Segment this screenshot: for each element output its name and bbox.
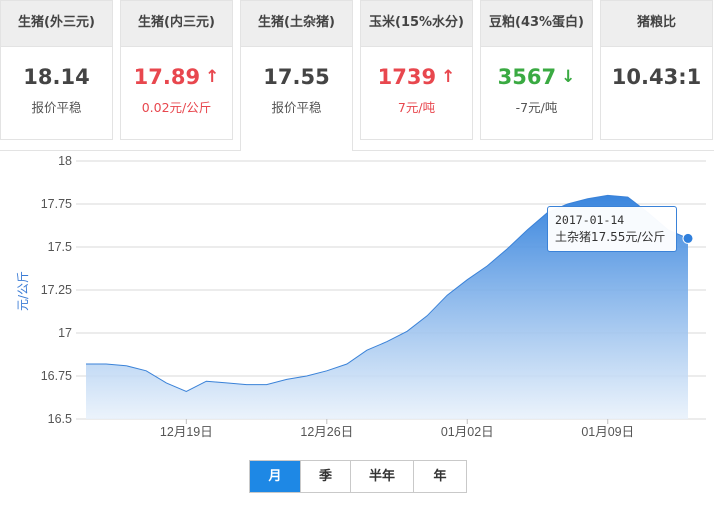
y-tick-label: 17.25 [41, 283, 72, 297]
card-status: 报价平稳 [271, 100, 322, 115]
card-change: -7元/吨 [515, 100, 558, 115]
card-pig-tuzazhu[interactable]: 生猪(土杂猪) 17.55 报价平稳 [240, 0, 353, 151]
x-tick-label: 01月09日 [581, 425, 634, 439]
y-tick-label: 17 [58, 326, 72, 340]
range-selector: 月 季 半年 年 [249, 460, 467, 493]
card-change: 0.02元/公斤 [141, 100, 212, 115]
arrow-up-icon: ↑ [441, 67, 456, 87]
range-button-half-year[interactable]: 半年 [350, 461, 413, 492]
card-change: 7元/吨 [397, 100, 436, 115]
y-tick-label: 16.75 [41, 369, 72, 383]
series-points [682, 232, 694, 244]
x-tick-label: 12月19日 [160, 425, 213, 439]
price-cards: 生猪(外三元) 18.14 报价平稳 生猪(内三元) 17.89 ↑ 0.02元/… [0, 0, 714, 151]
card-value: 17.55 [263, 65, 330, 89]
card-title: 生猪(内三元) [121, 1, 232, 47]
card-title: 生猪(外三元) [1, 1, 112, 47]
y-axis-ticks: 16.5 16.75 17 17.25 17.5 17.75 18 [41, 154, 72, 426]
y-axis-label: 元/公斤 [16, 271, 30, 311]
card-value: 1739 ↑ [377, 65, 456, 89]
card-pig-waisanyuan[interactable]: 生猪(外三元) 18.14 报价平稳 [0, 0, 113, 140]
card-value: 10.43:1 [611, 65, 702, 89]
card-value: 17.89 ↑ [133, 65, 220, 89]
card-title: 猪粮比 [601, 1, 712, 47]
card-corn[interactable]: 玉米(15%水分) 1739 ↑ 7元/吨 [360, 0, 473, 140]
card-pig-neisanyuan[interactable]: 生猪(内三元) 17.89 ↑ 0.02元/公斤 [120, 0, 233, 140]
card-title: 豆粕(43%蛋白) [481, 1, 592, 47]
card-title: 玉米(15%水分) [361, 1, 472, 47]
range-button-year[interactable]: 年 [413, 461, 466, 492]
tooltip-value: 土杂猪17.55元/公斤 [555, 230, 666, 244]
range-button-month[interactable]: 月 [250, 461, 300, 492]
x-tick-label: 01月02日 [441, 425, 494, 439]
panel-divider [0, 150, 714, 151]
highlighted-data-point[interactable] [682, 232, 694, 244]
y-tick-label: 17.75 [41, 197, 72, 211]
y-tick-label: 18 [58, 154, 72, 168]
card-status: 报价平稳 [31, 100, 82, 115]
y-tick-label: 16.5 [48, 412, 72, 426]
y-tick-label: 17.5 [48, 240, 72, 254]
x-tick-label: 12月26日 [300, 425, 353, 439]
card-title: 生猪(土杂猪) [241, 1, 352, 47]
x-axis-ticks: 12月19日 12月26日 01月02日 01月09日 [160, 419, 634, 439]
tooltip-date: 2017-01-14 [555, 213, 625, 227]
arrow-down-icon: ↓ [561, 67, 576, 87]
card-pig-grain-ratio[interactable]: 猪粮比 10.43:1 [600, 0, 713, 140]
range-button-quarter[interactable]: 季 [300, 461, 350, 492]
card-value: 18.14 [23, 65, 90, 89]
chart-tooltip: 2017-01-14 土杂猪17.55元/公斤 [547, 206, 677, 252]
price-chart: 16.516.751717.2517.517.7518 元/公斤 12月19日 1… [16, 154, 706, 439]
card-soybean-meal[interactable]: 豆粕(43%蛋白) 3567 ↓ -7元/吨 [480, 0, 593, 140]
arrow-up-icon: ↑ [205, 67, 220, 87]
card-value: 3567 ↓ [497, 65, 576, 89]
